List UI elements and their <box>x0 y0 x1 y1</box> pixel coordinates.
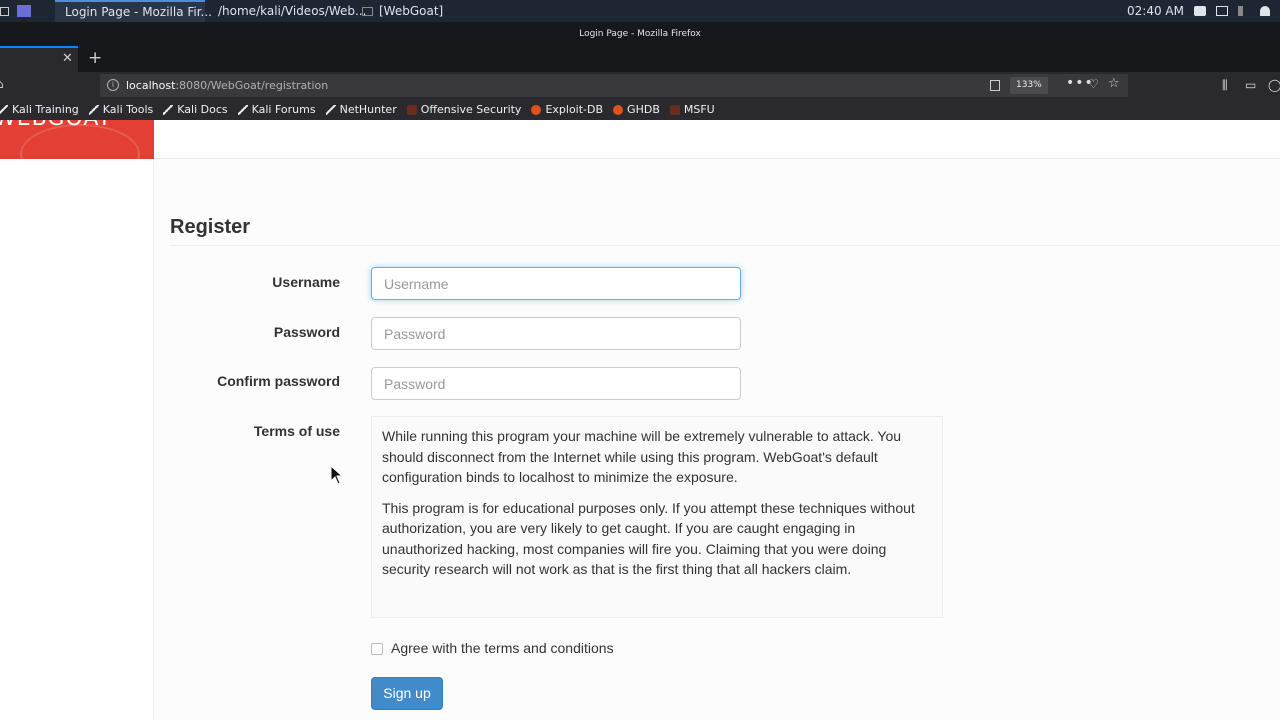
bookmark-star-icon[interactable]: ☆ <box>1108 76 1120 91</box>
username-input[interactable] <box>371 267 741 300</box>
task-webgoat[interactable]: [WebGoat] <box>362 0 472 22</box>
task-file-manager[interactable]: /home/kali/Videos/Web... <box>209 0 366 22</box>
bookmark-nethunter[interactable]: NetHunter <box>325 103 397 116</box>
bookmark-exploit-db[interactable]: Exploit-DB <box>531 103 603 116</box>
bookmark-kali-training[interactable]: Kali Training <box>0 103 79 116</box>
password-input[interactable] <box>371 317 741 350</box>
app-menu-button[interactable] <box>0 0 12 22</box>
password-label: Password <box>273 324 340 340</box>
task-label: [WebGoat] <box>379 4 444 18</box>
screen-icon[interactable] <box>1216 6 1228 16</box>
bookmark-ghdb[interactable]: GHDB <box>613 103 660 116</box>
task-firefox[interactable]: Login Page - Mozilla Fir... <box>55 0 212 22</box>
offsec-icon <box>406 104 417 115</box>
url-text[interactable]: localhost:8080/WebGoat/registration <box>126 79 328 92</box>
bookmark-label: MSFU <box>683 103 715 116</box>
bookmark-label: Exploit-DB <box>545 103 604 116</box>
sign-up-button[interactable]: Sign up <box>371 677 443 710</box>
webgoat-page: WEBGOAT Register Username Password Confi… <box>0 120 1280 720</box>
kali-dragon-icon <box>237 104 248 115</box>
bookmark-msfu[interactable]: MSFU <box>669 103 715 116</box>
page-title: Register <box>170 216 251 238</box>
bookmark-label: Kali Tools <box>102 103 154 116</box>
sidebar-icon[interactable]: ▭ <box>1245 78 1256 92</box>
system-tray: 02:40 AM <box>1127 0 1280 22</box>
terminal-icon <box>0 6 9 16</box>
zoom-level[interactable]: 133% <box>1010 77 1048 94</box>
page-header <box>154 120 1280 159</box>
home-icon[interactable]: ⌂ <box>0 77 4 91</box>
kali-dragon-icon <box>163 104 174 115</box>
url-host: localhost <box>126 79 176 92</box>
reader-view-icon[interactable] <box>990 80 1000 91</box>
kali-dragon-icon <box>88 104 99 115</box>
mouse-cursor-icon <box>330 465 344 485</box>
tab-strip: ✕ + <box>0 46 1280 72</box>
bookmarks-toolbar: Kali Training Kali Tools Kali Docs Kali … <box>0 99 1280 120</box>
bookmark-offensive-security[interactable]: Offensive Security <box>406 103 522 116</box>
workspace-switcher[interactable] <box>17 0 35 22</box>
kali-dragon-icon <box>0 104 8 115</box>
clock: 02:40 AM <box>1127 4 1184 18</box>
terms-paragraph: While running this program your machine … <box>382 428 902 485</box>
bookmark-label: Offensive Security <box>420 103 522 116</box>
logo-text: WEBGOAT <box>0 120 112 131</box>
url-bar[interactable]: i localhost:8080/WebGoat/registration 13… <box>100 74 1128 97</box>
workspace-icon <box>17 5 31 17</box>
pocket-icon[interactable]: ♡ <box>1088 77 1099 91</box>
webgoat-logo[interactable]: WEBGOAT <box>0 120 154 159</box>
bookmark-label: NetHunter <box>339 103 397 116</box>
os-taskbar: Login Page - Mozilla Fir... /home/kali/V… <box>0 0 1280 22</box>
agree-terms[interactable]: Agree with the terms and conditions <box>371 640 614 656</box>
window-title: Login Page - Mozilla Firefox <box>0 22 1280 46</box>
new-tab-plus-icon[interactable]: + <box>88 48 102 68</box>
bookmark-label: Kali Docs <box>177 103 228 116</box>
confirm-password-label: Confirm password <box>217 373 340 389</box>
username-label: Username <box>272 274 340 290</box>
terms-of-use-box[interactable]: While running this program your machine … <box>371 416 943 618</box>
task-label: Login Page - Mozilla Fir... <box>65 5 212 19</box>
task-label: /home/kali/Videos/Web... <box>218 4 367 18</box>
terms-label: Terms of use <box>253 423 340 439</box>
bookmark-kali-docs[interactable]: Kali Docs <box>163 103 228 116</box>
url-path: :8080/WebGoat/registration <box>175 79 329 92</box>
exploit-db-icon <box>613 104 624 115</box>
title-divider <box>170 245 1280 246</box>
bookmark-label: GHDB <box>627 103 660 116</box>
tab-login-page[interactable]: ✕ <box>0 46 78 72</box>
bookmark-label: Kali Forums <box>251 103 316 116</box>
camera-icon[interactable] <box>1194 6 1206 16</box>
library-icon[interactable]: ⫼ <box>1222 78 1228 93</box>
bookmark-kali-tools[interactable]: Kali Tools <box>88 103 154 116</box>
bookmark-kali-forums[interactable]: Kali Forums <box>237 103 316 116</box>
agree-checkbox[interactable] <box>371 643 383 655</box>
sidebar <box>0 159 154 720</box>
exploit-db-icon <box>531 104 542 115</box>
confirm-password-input[interactable] <box>371 367 741 400</box>
agree-label[interactable]: Agree with the terms and conditions <box>391 640 614 656</box>
terms-paragraph: This program is for educational purposes… <box>382 499 915 578</box>
volume-icon[interactable] <box>1238 6 1250 16</box>
close-icon[interactable]: ✕ <box>62 51 73 66</box>
info-icon[interactable]: i <box>107 79 119 91</box>
notification-bell-icon[interactable] <box>1260 6 1270 16</box>
kali-dragon-icon <box>325 104 336 115</box>
nav-bar: ⌂ i localhost:8080/WebGoat/registration … <box>0 72 1280 99</box>
bookmark-label: Kali Training <box>12 103 79 116</box>
account-icon[interactable]: ◯ <box>1268 78 1280 92</box>
window-icon <box>362 6 373 16</box>
offsec-icon <box>669 104 680 115</box>
main-content: Register Username Password Confirm passw… <box>154 160 1280 720</box>
